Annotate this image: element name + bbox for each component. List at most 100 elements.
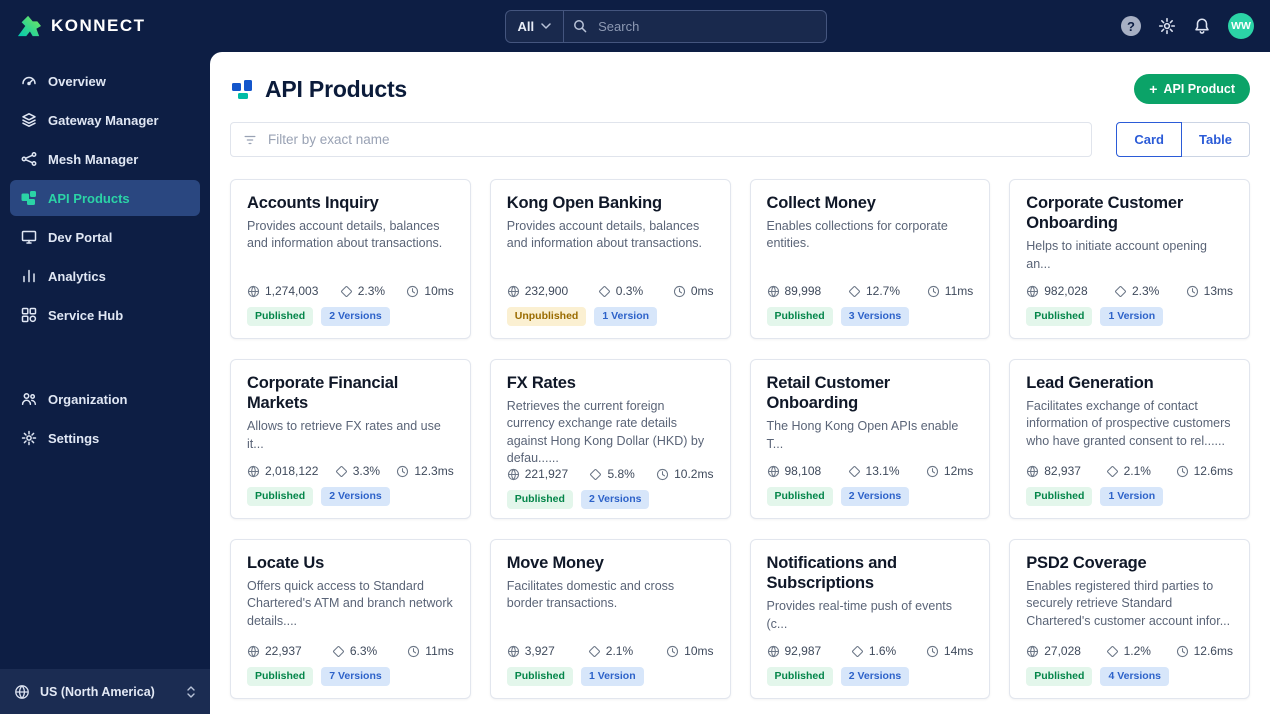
- card-stats: 232,900 0.3% 0ms: [507, 284, 714, 298]
- traffic-stat: 98,108: [767, 464, 821, 478]
- api-product-card[interactable]: Locate Us Offers quick access to Standar…: [230, 539, 471, 699]
- card-description: The Hong Kong Open APIs enable T...: [766, 419, 959, 451]
- brand-home-link[interactable]: KONNECT: [0, 14, 210, 38]
- api-product-card[interactable]: Kong Open Banking Provides account detai…: [489, 179, 731, 339]
- api-product-card[interactable]: Move Money Facilitates domestic and cros…: [489, 539, 731, 699]
- region-selector[interactable]: US (North America): [0, 669, 210, 714]
- traffic-stat: 3,927: [507, 644, 555, 658]
- card-stats: 221,927 5.8% 10.2ms: [507, 467, 714, 481]
- clock-icon: [926, 465, 939, 478]
- error-rate-stat: 2.3%: [1114, 284, 1159, 298]
- api-product-card[interactable]: Notifications and Subscriptions Provides…: [749, 539, 991, 699]
- settings-gear-button[interactable]: [1158, 17, 1176, 35]
- status-badge: Published: [1026, 307, 1093, 326]
- sidebar-item-label: Organization: [48, 391, 128, 407]
- error-rate-stat: 12.7%: [848, 284, 900, 298]
- api-products-grid: Accounts Inquiry Provides account detail…: [230, 179, 1250, 699]
- error-rate-stat: 2.1%: [1106, 464, 1151, 478]
- api-product-card[interactable]: Corporate Financial Markets Allows to re…: [230, 359, 471, 519]
- help-button[interactable]: ?: [1121, 16, 1141, 36]
- clock-icon: [666, 645, 679, 658]
- globe-icon: [247, 285, 260, 298]
- clock-icon: [673, 285, 686, 298]
- error-rate-value: 1.6%: [868, 644, 897, 659]
- traffic-stat: 89,998: [767, 284, 821, 298]
- mesh-icon: [21, 151, 37, 167]
- sidebar-item-organization[interactable]: Organization: [10, 381, 200, 417]
- card-description: Provides real-time push of events (c...: [766, 599, 953, 631]
- sidebar-item-mesh-manager[interactable]: Mesh Manager: [10, 141, 200, 177]
- card-title: Corporate Customer Onboarding: [1026, 194, 1184, 233]
- topbar-actions: ? WW: [1121, 13, 1270, 39]
- error-rate-stat: 2.3%: [340, 284, 385, 298]
- api-product-card[interactable]: PSD2 Coverage Enables registered third p…: [1009, 539, 1250, 699]
- card-stats: 89,998 12.7% 11ms: [767, 284, 973, 298]
- card-stats: 92,987 1.6% 14ms: [767, 644, 973, 659]
- diamond-icon: [848, 465, 861, 478]
- error-rate-value: 5.8%: [607, 467, 635, 482]
- latency-stat: 12.3ms: [396, 464, 454, 479]
- sidebar-item-analytics[interactable]: Analytics: [10, 258, 200, 294]
- error-rate-stat: 1.2%: [1106, 644, 1151, 658]
- card-title: Locate Us: [247, 554, 325, 572]
- filter-input[interactable]: [266, 131, 1080, 148]
- traffic-stat: 982,028: [1026, 284, 1088, 298]
- sidebar-secondary-nav: Organization Settings: [0, 378, 210, 459]
- globe-icon: [1026, 285, 1039, 298]
- status-badge: Published: [247, 667, 314, 686]
- error-rate-value: 3.3%: [352, 464, 381, 479]
- card-badges: Published 2 Versions: [247, 487, 454, 506]
- latency-value: 0ms: [690, 284, 714, 299]
- error-rate-value: 0.3%: [615, 284, 644, 299]
- versions-badge: 4 Versions: [1100, 667, 1169, 686]
- traffic-value: 3,927: [524, 644, 555, 659]
- search-scope-dropdown[interactable]: All: [516, 10, 565, 42]
- latency-value: 12.3ms: [414, 464, 454, 479]
- globe-icon: [247, 465, 260, 478]
- versions-badge: 1 Version: [580, 667, 644, 686]
- card-stats: 27,028 1.2% 12.6ms: [1026, 644, 1233, 658]
- card-title: Corporate Financial Markets: [247, 374, 399, 413]
- api-product-card[interactable]: Accounts Inquiry Provides account detail…: [230, 179, 471, 339]
- card-stats: 982,028 2.3% 13ms: [1026, 284, 1233, 298]
- latency-stat: 12.6ms: [1176, 644, 1233, 658]
- card-badges: Published 7 Versions: [247, 667, 454, 686]
- api-product-card[interactable]: Corporate Customer Onboarding Helps to i…: [1009, 179, 1250, 339]
- add-api-product-button[interactable]: + API Product: [1134, 74, 1250, 104]
- sidebar-item-gateway-manager[interactable]: Gateway Manager: [10, 102, 200, 138]
- status-badge: Published: [506, 667, 573, 686]
- globe-icon: [1026, 465, 1039, 478]
- api-product-card[interactable]: Collect Money Enables collections for co…: [749, 179, 991, 339]
- api-product-card[interactable]: Retail Customer Onboarding The Hong Kong…: [749, 359, 991, 519]
- card-badges: Published 2 Versions: [247, 307, 454, 326]
- notifications-bell-button[interactable]: [1193, 17, 1211, 35]
- status-badge: Published: [766, 487, 833, 506]
- dev-portal-icon: [21, 229, 37, 245]
- sidebar-item-overview[interactable]: Overview: [10, 63, 200, 99]
- card-title: FX Rates: [506, 374, 576, 392]
- user-avatar[interactable]: WW: [1228, 13, 1254, 39]
- card-badges: Published 2 Versions: [506, 490, 714, 509]
- sidebar-item-api-products[interactable]: API Products: [10, 180, 200, 216]
- error-rate-value: 2.1%: [1123, 464, 1151, 479]
- traffic-value: 2,018,122: [265, 464, 319, 479]
- traffic-stat: 232,900: [507, 284, 568, 298]
- globe-icon: [507, 468, 520, 481]
- diamond-icon: [589, 468, 602, 481]
- sidebar-item-label: Mesh Manager: [48, 151, 139, 167]
- sidebar-item-settings[interactable]: Settings: [10, 420, 200, 456]
- search-scope-label: All: [517, 18, 535, 34]
- sidebar-item-service-hub[interactable]: Service Hub: [10, 297, 200, 333]
- card-title: Kong Open Banking: [506, 194, 662, 212]
- search-input[interactable]: [596, 17, 816, 35]
- card-view-button[interactable]: Card: [1116, 122, 1182, 157]
- api-product-card[interactable]: FX Rates Retrieves the current foreign c…: [489, 359, 731, 519]
- api-product-card[interactable]: Lead Generation Facilitates exchange of …: [1009, 359, 1250, 519]
- sidebar-item-dev-portal[interactable]: Dev Portal: [10, 219, 200, 255]
- globe-icon: [767, 645, 780, 658]
- table-view-button[interactable]: Table: [1182, 122, 1250, 157]
- error-rate-value: 2.3%: [357, 284, 386, 299]
- latency-stat: 0ms: [673, 284, 714, 299]
- global-search[interactable]: All: [504, 9, 827, 43]
- card-title: Collect Money: [766, 194, 876, 212]
